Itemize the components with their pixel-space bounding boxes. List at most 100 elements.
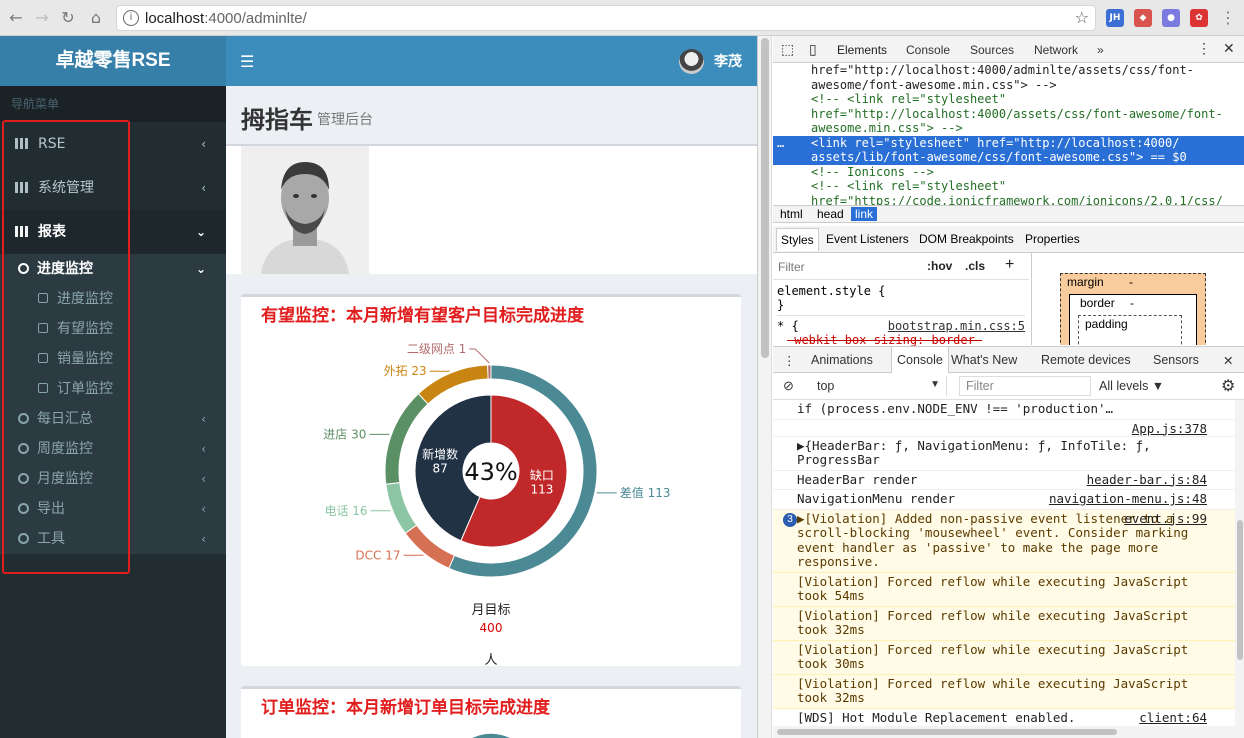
devtools-main: ⬚ ▯ Elements Console Sources Network » ⋮… <box>773 36 1244 738</box>
chevron-left-icon: ‹ <box>201 412 206 426</box>
tab-console[interactable]: Console <box>906 43 950 57</box>
tab-elements[interactable]: Elements <box>837 43 887 57</box>
menu-kebab-icon[interactable]: ⋮ <box>1218 8 1238 28</box>
console-message[interactable]: [Violation] Forced reflow while executin… <box>773 674 1235 709</box>
label-line <box>469 348 490 364</box>
code-line[interactable]: href="http://localhost:4000/assets/css/f… <box>773 107 1244 122</box>
center-percent: 43% <box>464 458 517 486</box>
tab-remote-devices[interactable]: Remote devices <box>1041 353 1131 367</box>
tab-animations[interactable]: Animations <box>811 353 873 367</box>
inner-slice-value: 87 <box>432 461 447 475</box>
extension-icon[interactable]: JH <box>1106 9 1124 27</box>
levels-select[interactable]: All levels ▼ <box>1099 379 1164 393</box>
hov-toggle[interactable]: :hov <box>927 259 952 273</box>
code-line[interactable]: href="http://localhost:4000/adminlte/ass… <box>773 63 1244 78</box>
target-unit: 人 <box>484 653 498 668</box>
tab-dom-breakpoints[interactable]: DOM Breakpoints <box>919 232 1014 246</box>
tab-drawer-console[interactable]: Console <box>891 347 949 373</box>
add-rule-icon[interactable]: + <box>1005 256 1014 274</box>
context-select[interactable]: top ▼ <box>811 376 947 396</box>
device-icon[interactable]: ▯ <box>809 41 817 58</box>
chevron-left-icon: ‹ <box>201 502 206 516</box>
console-message[interactable]: if (process.env.NODE_ENV !== 'production… <box>773 400 1235 420</box>
devtools: ⬚ ▯ Elements Console Sources Network » ⋮… <box>757 36 1244 738</box>
tab-event-listeners[interactable]: Event Listeners <box>826 232 909 246</box>
source-link[interactable]: client:64 <box>1139 710 1207 726</box>
tab-sensors[interactable]: Sensors <box>1153 353 1199 367</box>
info-icon[interactable]: i <box>123 10 139 26</box>
source-link[interactable]: App.js:378 <box>1132 421 1207 437</box>
box-model: margin - border - padding <box>1031 253 1244 345</box>
tab-sources[interactable]: Sources <box>970 43 1014 57</box>
ellipsis-icon[interactable]: … <box>777 136 784 151</box>
code-line[interactable]: awesome.min.css"> --> <box>773 121 1244 136</box>
console-message[interactable]: ▶{HeaderBar: ƒ, NavigationMenu: ƒ, InfoT… <box>773 437 1235 471</box>
console-message[interactable]: [WDS] Hot Module Replacement enabled. cli… <box>773 709 1235 727</box>
extension-icon[interactable]: ◆ <box>1134 9 1152 27</box>
elements-tree[interactable]: href="http://localhost:4000/adminlte/ass… <box>773 63 1244 205</box>
scrollbar[interactable] <box>758 36 772 738</box>
drawer-close-icon[interactable]: ✕ <box>1223 353 1233 368</box>
address-bar[interactable]: i localhost:4000/adminlte/ ☆ <box>116 5 1096 31</box>
styles-filter[interactable]: Filter :hov .cls + <box>773 253 1029 280</box>
tab-whats-new[interactable]: What's New <box>951 353 1017 367</box>
console-message[interactable]: [Violation] Forced reflow while executin… <box>773 640 1235 675</box>
avatar[interactable] <box>679 49 704 74</box>
hamburger-icon[interactable]: ☰ <box>240 52 254 71</box>
extension-icon[interactable]: ✿ <box>1190 9 1208 27</box>
bookmark-star-icon[interactable]: ☆ <box>1075 8 1089 27</box>
url-text[interactable]: localhost:4000/adminlte/ <box>145 10 307 27</box>
console-message[interactable]: App.js:378 <box>773 420 1235 437</box>
home-icon[interactable]: ⌂ <box>86 8 106 28</box>
inspect-icon[interactable]: ⬚ <box>781 41 794 58</box>
drawer-kebab-icon[interactable]: ⋮ <box>783 353 796 368</box>
code-line[interactable]: <link rel="stylesheet" href="http://loca… <box>773 135 1244 151</box>
crumb-html[interactable]: html <box>776 207 807 221</box>
clear-console-icon[interactable]: ⊘ <box>783 378 794 394</box>
console-settings-icon[interactable]: ⚙ <box>1221 376 1235 396</box>
console-filter-input[interactable]: Filter <box>959 376 1091 396</box>
code-line[interactable]: assets/lib/font-awesome/css/font-awesome… <box>773 150 1244 165</box>
scrollbar[interactable] <box>1235 400 1244 726</box>
extension-icon[interactable]: ● <box>1162 9 1180 27</box>
console-message[interactable]: HeaderBar render header-bar.js:84 <box>773 471 1235 490</box>
reload-icon[interactable]: ↻ <box>58 8 78 28</box>
code-line[interactable]: awesome/font-awesome.min.css"> --> <box>773 78 1244 93</box>
tab-properties[interactable]: Properties <box>1025 232 1080 246</box>
sidebar: 卓越零售RSE 导航菜单 RSE ‹ 系统管理 ‹ 报表 ⌄ 进度监控 ⌄ 进度监控 有… <box>0 36 226 738</box>
source-link[interactable]: header-bar.js:84 <box>1087 472 1207 488</box>
chevron-left-icon: ‹ <box>201 442 206 456</box>
code-line[interactable]: href="https://code.ionicframework.com/io… <box>773 194 1244 206</box>
user-name[interactable]: 李茂 <box>714 51 742 71</box>
close-icon[interactable]: ✕ <box>1223 40 1235 57</box>
source-link[interactable]: navigation-menu.js:48 <box>1049 491 1207 507</box>
console-message[interactable]: NavigationMenu render navigation-menu.js:… <box>773 490 1235 510</box>
more-tabs-icon[interactable]: » <box>1097 43 1104 57</box>
chevron-left-icon: ‹ <box>201 137 206 151</box>
crumb-head[interactable]: head <box>813 207 848 221</box>
cls-toggle[interactable]: .cls <box>965 259 985 273</box>
forward-icon[interactable]: → <box>32 8 52 28</box>
kebab-icon[interactable]: ⋮ <box>1197 40 1211 57</box>
tab-styles[interactable]: Styles <box>776 228 819 251</box>
crumb-link[interactable]: link <box>851 207 878 221</box>
back-icon[interactable]: ← <box>6 8 26 28</box>
console-message[interactable]: [Violation] Forced reflow while executin… <box>773 606 1235 641</box>
bootstrap-source-link[interactable]: bootstrap.min.css:5 <box>888 319 1025 333</box>
code-line[interactable]: <!-- <link rel="stylesheet" <box>773 92 1244 107</box>
tab-network[interactable]: Network <box>1034 43 1078 57</box>
outer-slice-2[interactable] <box>385 481 418 535</box>
browser-toolbar: ← → ↻ ⌂ i localhost:4000/adminlte/ ☆ JH … <box>0 0 1244 36</box>
scrollbar[interactable] <box>773 726 1244 738</box>
source-link[interactable]: event.js:99 <box>1124 511 1207 527</box>
console-toolbar: ⊘ top ▼ Filter All levels ▼ ⚙ <box>773 373 1244 400</box>
logo[interactable]: 卓越零售RSE <box>0 36 226 86</box>
console-message[interactable]: ▶[Violation] Added non-passive event lis… <box>773 509 1235 573</box>
outer-slice-5[interactable] <box>487 364 492 380</box>
console-message[interactable]: [Violation] Forced reflow while executin… <box>773 572 1235 607</box>
inner-slice-name: 新增数 <box>422 446 458 461</box>
box-model-border: border - padding <box>1069 294 1197 345</box>
code-line[interactable]: <!-- <link rel="stylesheet" <box>773 179 1244 194</box>
code-line[interactable]: <!-- Ionicons --> <box>773 165 1244 180</box>
content-area: 拇指车 管理后台 有望监控：本月新增有望客户目标完成进度 差值 113 DCC 1… <box>226 86 757 738</box>
